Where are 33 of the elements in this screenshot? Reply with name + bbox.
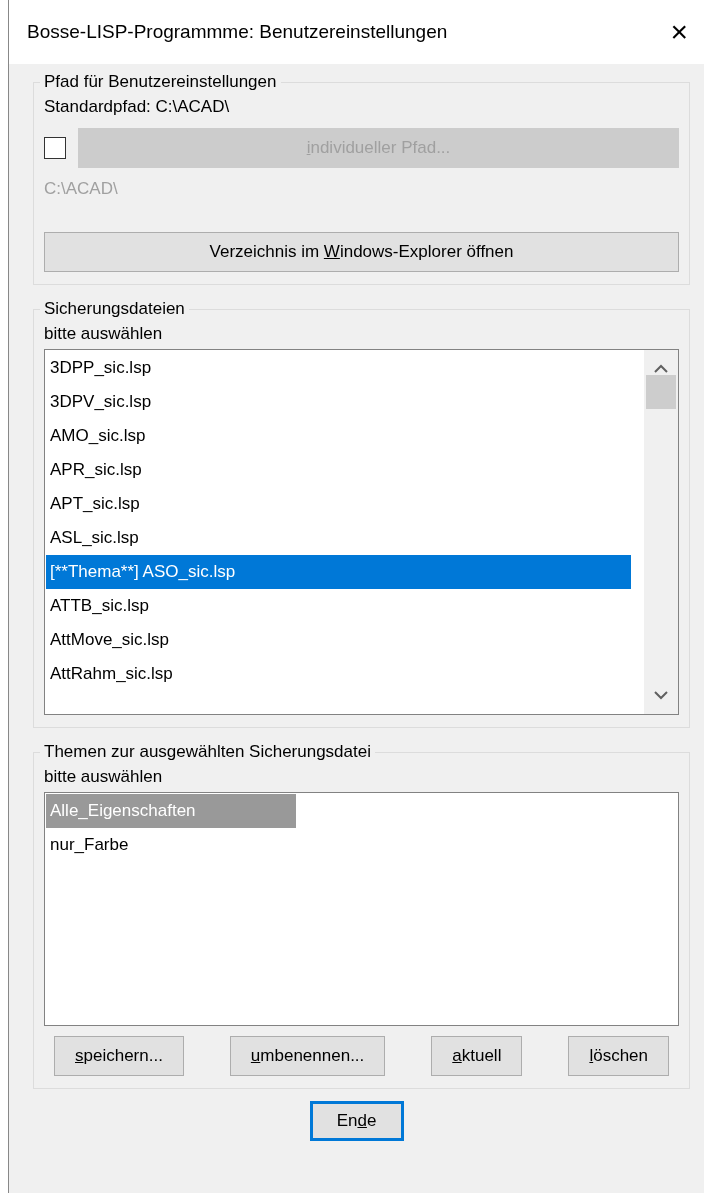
- list-item[interactable]: ATTB_sic.lsp: [46, 589, 631, 623]
- list-item[interactable]: [**Thema**] ASO_sic.lsp: [46, 555, 631, 589]
- action-button[interactable]: speichern...: [54, 1036, 184, 1076]
- list-item[interactable]: AttMove_sic.lsp: [46, 623, 631, 657]
- custom-path-checkbox[interactable]: [44, 137, 66, 159]
- action-button[interactable]: umbenennen...: [229, 1036, 386, 1076]
- action-button[interactable]: aktuell: [431, 1036, 523, 1076]
- list-item[interactable]: 3DPP_sic.lsp: [46, 351, 631, 385]
- list-item[interactable]: AMO_sic.lsp: [46, 419, 631, 453]
- end-button[interactable]: Ende: [309, 1101, 404, 1141]
- backups-list[interactable]: 3DPP_sic.lsp 3DPV_sic.lsp AMO_sic.lsp APR_sic.lsp APT_sic.lsp ASL_sic.lsp [**Thema**] ASO_sic.lsp ATTB_sic.lsp AttMove_sic.lsp AttRahm_sic.lsp: [44, 349, 679, 715]
- list-item[interactable]: AttRahm_sic.lsp: [46, 657, 631, 691]
- close-button[interactable]: ×: [670, 17, 688, 47]
- scrollbar[interactable]: [644, 350, 678, 714]
- scroll-down-icon[interactable]: [654, 691, 668, 700]
- explorer-button[interactable]: Verzeichnis im Windows-Explorer öffnen: [44, 232, 679, 272]
- themes-list[interactable]: Alle_Eigenschaften nur_Farbe: [44, 792, 679, 1026]
- list-item[interactable]: nur_Farbe: [46, 828, 296, 862]
- group-title: Pfad für Benutzereinstellungen: [43, 72, 278, 92]
- window-title: Bosse-LISP-Programmme: Benutzereinstellungen: [27, 21, 448, 43]
- scroll-up-icon[interactable]: [654, 364, 668, 373]
- group-title: Sicherungsdateien: [43, 299, 186, 319]
- hint-label: bitte auswählen: [44, 323, 164, 345]
- list-item[interactable]: ASL_sic.lsp: [46, 521, 631, 555]
- group-title: Themen zur ausgewählten Sicherungsdatei: [43, 742, 372, 762]
- action-button[interactable]: löschen: [568, 1036, 669, 1076]
- list-item[interactable]: 3DPV_sic.lsp: [46, 385, 631, 419]
- hint-label: bitte auswählen: [44, 766, 164, 788]
- scrollbar-thumb[interactable]: [646, 375, 676, 409]
- standard-path-label: Standardpfad: C:\ACAD\: [44, 96, 231, 118]
- list-item[interactable]: APT_sic.lsp: [46, 487, 631, 521]
- custom-path-text: C:\ACAD\: [44, 178, 119, 200]
- list-item[interactable]: APR_sic.lsp: [46, 453, 631, 487]
